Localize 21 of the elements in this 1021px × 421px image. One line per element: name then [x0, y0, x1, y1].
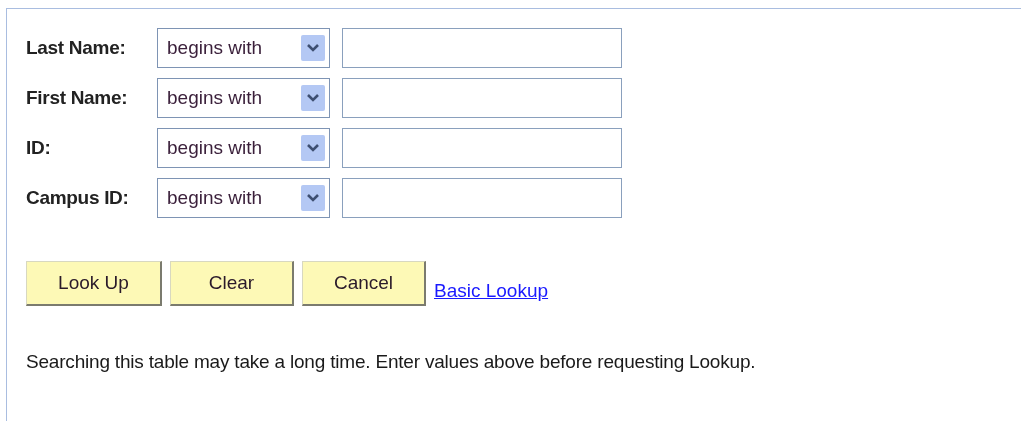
- basic-lookup-link[interactable]: Basic Lookup: [434, 280, 549, 302]
- input-field[interactable]: [342, 28, 622, 68]
- info-text: Searching this table may take a long time. Enter values above before requesting Lookup.: [26, 351, 757, 373]
- caret-icon: [301, 185, 325, 211]
- action-button[interactable]: Clear: [170, 261, 294, 306]
- action-button[interactable]: Cancel: [302, 261, 426, 306]
- caret-icon: [301, 35, 325, 61]
- action-button[interactable]: Look Up: [26, 261, 162, 306]
- caret-icon: [301, 85, 325, 111]
- input-field[interactable]: [342, 78, 622, 118]
- field-label: Last Name:: [26, 37, 127, 59]
- caret-icon: [301, 135, 325, 161]
- field-label: Campus ID:: [26, 187, 130, 209]
- input-field[interactable]: [342, 128, 622, 168]
- operator-dropdown[interactable]: begins with: [157, 28, 330, 68]
- operator-dropdown[interactable]: begins with: [157, 128, 330, 168]
- operator-dropdown[interactable]: begins with: [157, 78, 330, 118]
- field-label: ID:: [26, 137, 52, 159]
- operator-dropdown[interactable]: begins with: [157, 178, 330, 218]
- field-label: First Name:: [26, 87, 129, 109]
- input-field[interactable]: [342, 178, 622, 218]
